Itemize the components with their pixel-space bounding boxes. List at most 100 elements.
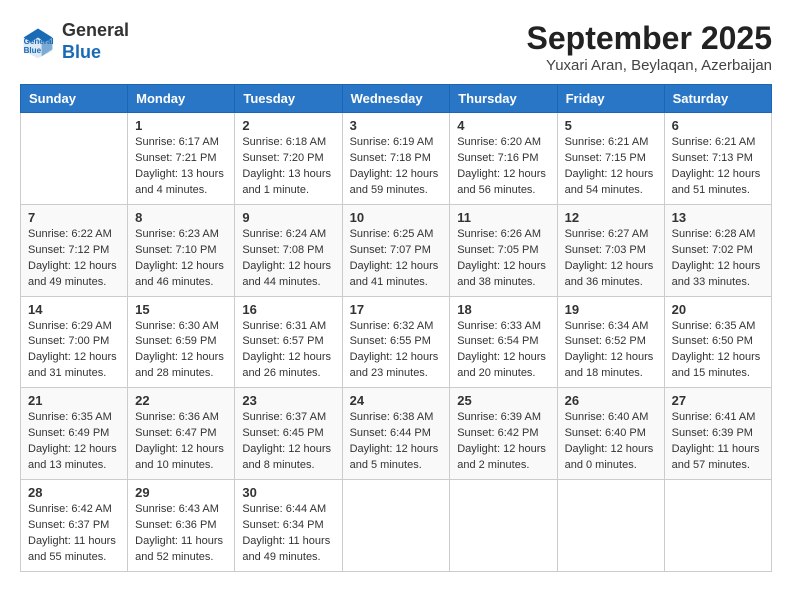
day-number: 13 <box>672 210 764 225</box>
col-header-saturday: Saturday <box>664 85 771 113</box>
day-info: Sunrise: 6:19 AM Sunset: 7:18 PM Dayligh… <box>350 135 443 199</box>
col-header-wednesday: Wednesday <box>342 85 450 113</box>
day-info: Sunrise: 6:35 AM Sunset: 6:49 PM Dayligh… <box>28 410 120 474</box>
day-info: Sunrise: 6:33 AM Sunset: 6:54 PM Dayligh… <box>457 319 549 383</box>
logo: General Blue General Blue <box>20 20 129 63</box>
day-number: 17 <box>350 302 443 317</box>
day-info: Sunrise: 6:18 AM Sunset: 7:20 PM Dayligh… <box>242 135 334 199</box>
calendar-cell: 19 Sunrise: 6:34 AM Sunset: 6:52 PM Dayli… <box>557 296 664 388</box>
day-info: Sunrise: 6:44 AM Sunset: 6:34 PM Dayligh… <box>242 502 334 566</box>
calendar-cell <box>664 480 771 572</box>
day-number: 11 <box>457 210 549 225</box>
day-info: Sunrise: 6:38 AM Sunset: 6:44 PM Dayligh… <box>350 410 443 474</box>
calendar-cell: 1 Sunrise: 6:17 AM Sunset: 7:21 PM Daylig… <box>128 113 235 205</box>
day-info: Sunrise: 6:26 AM Sunset: 7:05 PM Dayligh… <box>457 227 549 291</box>
calendar-table: SundayMondayTuesdayWednesdayThursdayFrid… <box>20 84 772 572</box>
day-info: Sunrise: 6:36 AM Sunset: 6:47 PM Dayligh… <box>135 410 227 474</box>
day-info: Sunrise: 6:30 AM Sunset: 6:59 PM Dayligh… <box>135 319 227 383</box>
day-info: Sunrise: 6:42 AM Sunset: 6:37 PM Dayligh… <box>28 502 120 566</box>
day-number: 22 <box>135 393 227 408</box>
day-number: 12 <box>565 210 657 225</box>
svg-text:General: General <box>24 36 54 45</box>
calendar-cell: 16 Sunrise: 6:31 AM Sunset: 6:57 PM Dayli… <box>235 296 342 388</box>
day-number: 14 <box>28 302 120 317</box>
day-info: Sunrise: 6:21 AM Sunset: 7:13 PM Dayligh… <box>672 135 764 199</box>
calendar-cell: 7Sunrise: 6:22 AM Sunset: 7:12 PM Daylig… <box>21 204 128 296</box>
day-number: 15 <box>135 302 227 317</box>
day-info: Sunrise: 6:29 AM Sunset: 7:00 PM Dayligh… <box>28 319 120 383</box>
day-info: Sunrise: 6:27 AM Sunset: 7:03 PM Dayligh… <box>565 227 657 291</box>
day-number: 10 <box>350 210 443 225</box>
calendar-cell: 3 Sunrise: 6:19 AM Sunset: 7:18 PM Daylig… <box>342 113 450 205</box>
calendar-cell: 21 Sunrise: 6:35 AM Sunset: 6:49 PM Dayli… <box>21 388 128 480</box>
day-number: 30 <box>242 485 334 500</box>
calendar-cell: 13 Sunrise: 6:28 AM Sunset: 7:02 PM Dayli… <box>664 204 771 296</box>
day-info: Sunrise: 6:20 AM Sunset: 7:16 PM Dayligh… <box>457 135 549 199</box>
day-number: 2 <box>242 118 334 133</box>
day-number: 6 <box>672 118 764 133</box>
day-info: Sunrise: 6:41 AM Sunset: 6:39 PM Dayligh… <box>672 410 764 474</box>
calendar-cell: 11 Sunrise: 6:26 AM Sunset: 7:05 PM Dayli… <box>450 204 557 296</box>
day-info: Sunrise: 6:22 AM Sunset: 7:12 PM Dayligh… <box>28 227 120 291</box>
day-number: 18 <box>457 302 549 317</box>
svg-text:Blue: Blue <box>24 45 42 54</box>
day-number: 28 <box>28 485 120 500</box>
day-number: 9 <box>242 210 334 225</box>
calendar-cell: 25Sunrise: 6:39 AM Sunset: 6:42 PM Dayli… <box>450 388 557 480</box>
title-block: September 2025 Yuxari Aran, Beylaqan, Az… <box>527 20 772 74</box>
logo-icon: General Blue <box>20 24 56 60</box>
col-header-friday: Friday <box>557 85 664 113</box>
calendar-cell <box>557 480 664 572</box>
day-number: 24 <box>350 393 443 408</box>
day-number: 21 <box>28 393 120 408</box>
col-header-thursday: Thursday <box>450 85 557 113</box>
col-header-tuesday: Tuesday <box>235 85 342 113</box>
calendar-cell: 26 Sunrise: 6:40 AM Sunset: 6:40 PM Dayli… <box>557 388 664 480</box>
calendar-cell: 18 Sunrise: 6:33 AM Sunset: 6:54 PM Dayli… <box>450 296 557 388</box>
day-info: Sunrise: 6:17 AM Sunset: 7:21 PM Dayligh… <box>135 135 227 199</box>
day-info: Sunrise: 6:31 AM Sunset: 6:57 PM Dayligh… <box>242 319 334 383</box>
calendar-cell: 4 Sunrise: 6:20 AM Sunset: 7:16 PM Daylig… <box>450 113 557 205</box>
col-header-monday: Monday <box>128 85 235 113</box>
day-info: Sunrise: 6:40 AM Sunset: 6:40 PM Dayligh… <box>565 410 657 474</box>
calendar-cell: 15 Sunrise: 6:30 AM Sunset: 6:59 PM Dayli… <box>128 296 235 388</box>
calendar-cell: 9Sunrise: 6:24 AM Sunset: 7:08 PM Daylig… <box>235 204 342 296</box>
calendar-cell: 20 Sunrise: 6:35 AM Sunset: 6:50 PM Dayli… <box>664 296 771 388</box>
calendar-cell: 17 Sunrise: 6:32 AM Sunset: 6:55 PM Dayli… <box>342 296 450 388</box>
calendar-cell: 22 Sunrise: 6:36 AM Sunset: 6:47 PM Dayli… <box>128 388 235 480</box>
day-info: Sunrise: 6:32 AM Sunset: 6:55 PM Dayligh… <box>350 319 443 383</box>
calendar-cell: 27 Sunrise: 6:41 AM Sunset: 6:39 PM Dayli… <box>664 388 771 480</box>
day-info: Sunrise: 6:35 AM Sunset: 6:50 PM Dayligh… <box>672 319 764 383</box>
day-number: 23 <box>242 393 334 408</box>
calendar-cell: 24 Sunrise: 6:38 AM Sunset: 6:44 PM Dayli… <box>342 388 450 480</box>
day-number: 27 <box>672 393 764 408</box>
day-info: Sunrise: 6:25 AM Sunset: 7:07 PM Dayligh… <box>350 227 443 291</box>
day-info: Sunrise: 6:37 AM Sunset: 6:45 PM Dayligh… <box>242 410 334 474</box>
day-number: 20 <box>672 302 764 317</box>
calendar-cell: 14 Sunrise: 6:29 AM Sunset: 7:00 PM Dayli… <box>21 296 128 388</box>
day-number: 8 <box>135 210 227 225</box>
day-info: Sunrise: 6:39 AM Sunset: 6:42 PM Dayligh… <box>457 410 549 474</box>
main-title: September 2025 <box>527 20 772 57</box>
day-number: 5 <box>565 118 657 133</box>
day-number: 26 <box>565 393 657 408</box>
day-info: Sunrise: 6:21 AM Sunset: 7:15 PM Dayligh… <box>565 135 657 199</box>
day-number: 16 <box>242 302 334 317</box>
calendar-cell: 2 Sunrise: 6:18 AM Sunset: 7:20 PM Daylig… <box>235 113 342 205</box>
day-info: Sunrise: 6:28 AM Sunset: 7:02 PM Dayligh… <box>672 227 764 291</box>
day-number: 19 <box>565 302 657 317</box>
calendar-cell: 23 Sunrise: 6:37 AM Sunset: 6:45 PM Dayli… <box>235 388 342 480</box>
page-header: General Blue General Blue September 2025… <box>20 20 772 74</box>
day-number: 1 <box>135 118 227 133</box>
day-info: Sunrise: 6:23 AM Sunset: 7:10 PM Dayligh… <box>135 227 227 291</box>
calendar-cell: 6 Sunrise: 6:21 AM Sunset: 7:13 PM Daylig… <box>664 113 771 205</box>
day-number: 3 <box>350 118 443 133</box>
calendar-cell: 5 Sunrise: 6:21 AM Sunset: 7:15 PM Daylig… <box>557 113 664 205</box>
sub-title: Yuxari Aran, Beylaqan, Azerbaijan <box>527 57 772 74</box>
logo-text-blue: Blue <box>62 42 101 62</box>
calendar-cell <box>21 113 128 205</box>
calendar-cell: 12 Sunrise: 6:27 AM Sunset: 7:03 PM Dayli… <box>557 204 664 296</box>
day-number: 29 <box>135 485 227 500</box>
day-info: Sunrise: 6:34 AM Sunset: 6:52 PM Dayligh… <box>565 319 657 383</box>
day-number: 4 <box>457 118 549 133</box>
